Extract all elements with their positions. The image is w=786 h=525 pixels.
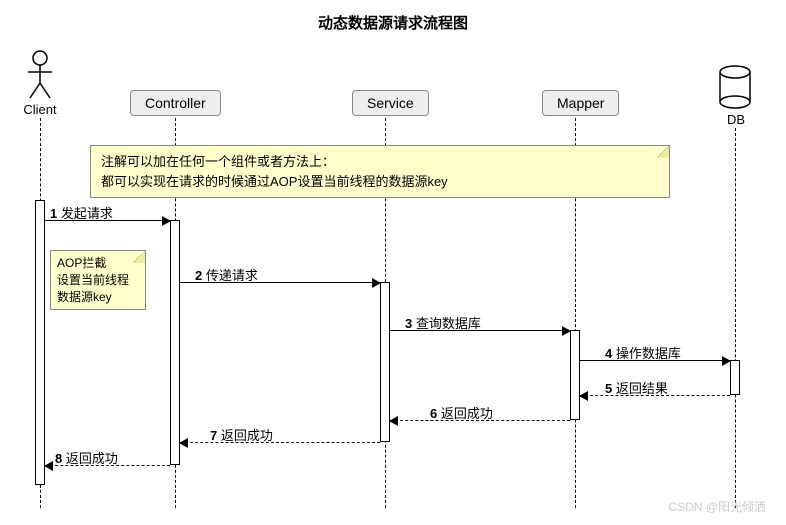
activation-mapper: [570, 330, 580, 420]
activation-db: [730, 360, 740, 395]
watermark: CSDN @阳光倾洒: [668, 498, 766, 515]
msg-m6: 6 返回成功: [430, 403, 493, 422]
client-label: Client: [20, 102, 60, 117]
lifeline-db-line: [735, 128, 736, 508]
msg-m8: 8 返回成功: [55, 448, 118, 467]
db-icon: [718, 65, 752, 112]
msg-m4: 4 操作数据库: [605, 343, 681, 362]
note-aop: AOP拦截 设置当前线程 数据源key: [50, 250, 146, 310]
msg-m1: 1 发起请求: [50, 203, 113, 222]
msg-m7: 7 返回成功: [210, 425, 273, 444]
activation-client: [35, 200, 45, 485]
lifeline-mapper: Mapper: [542, 90, 619, 116]
note-fold-icon: [657, 146, 669, 158]
note-main-line1: 注解可以加在任何一个组件或者方法上：: [101, 152, 659, 172]
actor-client: Client: [20, 50, 60, 117]
note-main-line2: 都可以实现在请求的时候通过AOP设置当前线程的数据源key: [101, 172, 659, 192]
msg-m5: 5 返回结果: [605, 378, 668, 397]
diagram-title: 动态数据源请求流程图: [318, 12, 468, 33]
note-main: 注解可以加在任何一个组件或者方法上： 都可以实现在请求的时候通过AOP设置当前线…: [90, 145, 670, 198]
lifeline-service: Service: [352, 90, 429, 116]
activation-controller: [170, 220, 180, 465]
note-fold-icon: [133, 251, 145, 263]
msg-m3: 3 查询数据库: [405, 313, 481, 332]
note-aop-line1: AOP拦截: [57, 255, 139, 272]
lifeline-controller: Controller: [130, 90, 221, 116]
msg-m2: 2 传递请求: [195, 265, 258, 284]
note-aop-line3: 数据源key: [57, 289, 139, 306]
note-aop-line2: 设置当前线程: [57, 272, 139, 289]
stickman-icon: [25, 50, 55, 100]
db-label: DB: [727, 112, 745, 127]
